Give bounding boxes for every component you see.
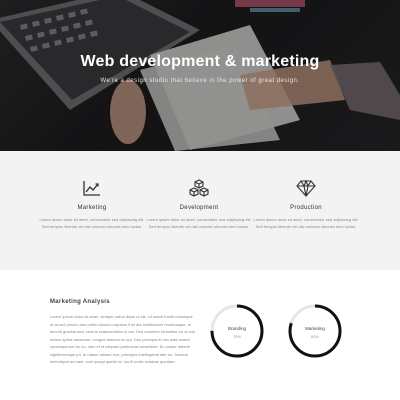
service-description: Lorem ipsum dolor sit amet, consectetur …	[253, 217, 359, 229]
analysis-text: Lorem ipsum dolor sit amet, semper natus…	[50, 314, 196, 364]
analysis-title: Marketing Analysis	[50, 299, 110, 305]
donut-chart-marketing: Marketing 80%	[288, 304, 342, 358]
marketing-analysis-section: Marketing Analysis Lorem ipsum dolor sit…	[0, 270, 400, 400]
services-section: Marketing Lorem ipsum dolor sit amet, co…	[0, 151, 400, 270]
diamond-icon	[296, 179, 316, 197]
hero-subtitle: We're a design studio that believe in th…	[100, 78, 300, 84]
service-description: Lorem ipsum dolor sit amet, consectetur …	[146, 217, 252, 229]
donut-chart-branding: Branding 75%	[210, 304, 264, 358]
donut-percent: 75%	[233, 334, 241, 339]
donut-label: Marketing	[305, 326, 325, 331]
service-title: Development	[179, 205, 219, 211]
hero-banner: Web development & marketing We're a desi…	[0, 0, 400, 151]
donut-percent: 80%	[311, 334, 319, 339]
line-chart-icon	[83, 181, 100, 196]
donut-label: Branding	[228, 326, 247, 331]
service-description: Lorem ipsum dolor sit amet, consectetur …	[39, 217, 145, 229]
service-title: Marketing	[77, 205, 107, 211]
service-title: Production	[290, 205, 322, 211]
hero-dark-overlay	[0, 0, 400, 151]
cubes-icon	[189, 179, 209, 197]
hero-title: Web development & marketing	[80, 53, 320, 70]
